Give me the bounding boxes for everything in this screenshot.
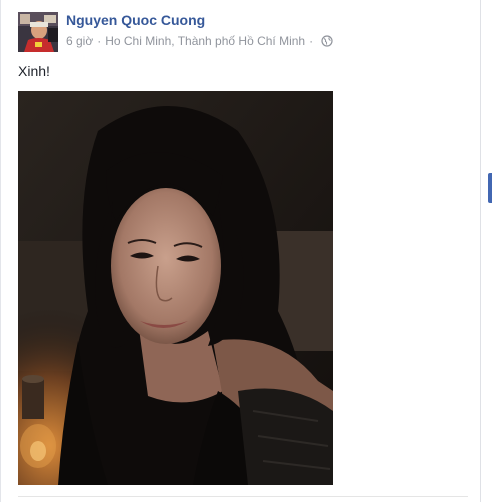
post-timestamp-link[interactable]: 6 giờ bbox=[66, 34, 93, 48]
globe-icon[interactable] bbox=[321, 35, 333, 47]
post-message: Xinh! bbox=[18, 63, 50, 79]
post-meta: 6 giờ · Ho Chi Minh, Thành phố Hồ Chí Mi… bbox=[66, 34, 333, 48]
author-name-link[interactable]: Nguyen Quoc Cuong bbox=[66, 12, 205, 28]
post-location-link[interactable]: Ho Chi Minh, Thành phố Hồ Chí Minh bbox=[105, 34, 305, 48]
card-right-border bbox=[480, 0, 481, 502]
card-left-border bbox=[0, 0, 1, 502]
post-photo[interactable] bbox=[18, 91, 333, 485]
meta-separator: · bbox=[97, 34, 102, 48]
post-footer-divider bbox=[18, 496, 468, 497]
author-avatar[interactable] bbox=[18, 12, 58, 52]
scrollbar-thumb[interactable] bbox=[488, 173, 492, 203]
meta-separator: · bbox=[309, 34, 314, 48]
post-card: Nguyen Quoc Cuong 6 giờ · Ho Chi Minh, T… bbox=[0, 0, 492, 502]
